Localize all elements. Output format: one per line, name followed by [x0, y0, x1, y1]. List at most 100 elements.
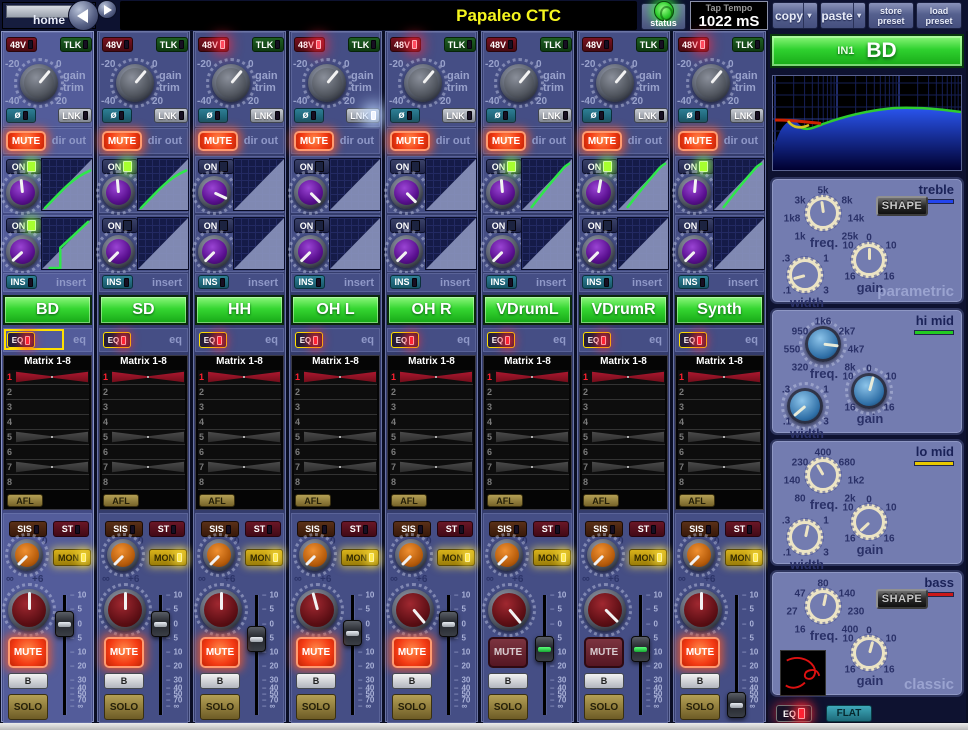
matrix-row[interactable]: 2: [198, 385, 281, 400]
paste-dropdown-icon[interactable]: ▾: [853, 3, 865, 28]
afl-button[interactable]: AFL: [583, 494, 619, 507]
stereo-button[interactable]: ST: [533, 521, 569, 537]
talkback-button[interactable]: TLK: [252, 37, 284, 52]
matrix-row[interactable]: 6: [582, 445, 665, 460]
matrix-row[interactable]: 8: [294, 475, 377, 490]
matrix-row[interactable]: 3: [6, 400, 89, 415]
monitor-send-knob[interactable]: [587, 539, 619, 571]
freq-knob[interactable]: [805, 457, 841, 493]
link-button[interactable]: LNK: [730, 108, 764, 123]
mon-button[interactable]: MON: [629, 549, 667, 566]
matrix-row[interactable]: 6: [294, 445, 377, 460]
matrix-row[interactable]: 5: [678, 430, 761, 445]
matrix-row[interactable]: 2: [390, 385, 473, 400]
channel-mute-button[interactable]: MUTE: [582, 131, 622, 151]
comp-threshold-knob[interactable]: [582, 176, 615, 209]
stereo-button[interactable]: ST: [53, 521, 89, 537]
gate-threshold-knob[interactable]: [294, 235, 327, 268]
matrix-send-display[interactable]: [496, 371, 568, 384]
monitor-send-knob[interactable]: [203, 539, 235, 571]
matrix-row[interactable]: 1: [486, 370, 569, 385]
talkback-button[interactable]: TLK: [156, 37, 188, 52]
freq-knob[interactable]: [805, 588, 841, 624]
monitor-send-knob[interactable]: [395, 539, 427, 571]
matrix-send-display[interactable]: [16, 431, 88, 444]
matrix-row[interactable]: 2: [6, 385, 89, 400]
gain-trim-knob[interactable]: [404, 64, 442, 102]
b-bus-button[interactable]: B: [8, 673, 48, 689]
gate-threshold-knob[interactable]: [486, 235, 519, 268]
width-knob[interactable]: [787, 519, 823, 555]
mute-button[interactable]: MUTE: [296, 637, 336, 668]
aux-level-knob[interactable]: [680, 589, 722, 631]
phase-button[interactable]: ø: [390, 108, 420, 123]
talkback-button[interactable]: TLK: [444, 37, 476, 52]
channel-mute-button[interactable]: MUTE: [6, 131, 46, 151]
talkback-button[interactable]: TLK: [60, 37, 92, 52]
talkback-button[interactable]: TLK: [636, 37, 668, 52]
matrix-row[interactable]: 8: [486, 475, 569, 490]
gain-trim-knob[interactable]: [20, 64, 58, 102]
gain-trim-knob[interactable]: [596, 64, 634, 102]
talkback-button[interactable]: TLK: [732, 37, 764, 52]
talkback-button[interactable]: TLK: [540, 37, 572, 52]
matrix-row[interactable]: 2: [294, 385, 377, 400]
eq-button[interactable]: EQ: [103, 332, 131, 348]
matrix-send-display[interactable]: [112, 461, 184, 474]
matrix-row[interactable]: 6: [678, 445, 761, 460]
shape-button[interactable]: SHAPE: [876, 589, 928, 609]
eq-enable-button[interactable]: EQ: [776, 705, 812, 722]
gate-curve-display[interactable]: [137, 217, 189, 270]
shape-button[interactable]: SHAPE: [876, 196, 928, 216]
channel-name-button[interactable]: HH: [195, 295, 284, 325]
gain-trim-knob[interactable]: [500, 64, 538, 102]
monitor-send-knob[interactable]: [299, 539, 331, 571]
matrix-row[interactable]: 8: [6, 475, 89, 490]
matrix-send-display[interactable]: [304, 371, 376, 384]
store-preset-button[interactable]: store preset: [868, 2, 914, 29]
matrix-row[interactable]: 7: [678, 460, 761, 475]
b-bus-button[interactable]: B: [488, 673, 528, 689]
insert-button[interactable]: INS: [6, 275, 37, 289]
aux-level-knob[interactable]: [8, 589, 50, 631]
width-knob[interactable]: [787, 388, 823, 424]
eq-button[interactable]: EQ: [7, 332, 35, 348]
matrix-row[interactable]: 5: [102, 430, 185, 445]
matrix-send-display[interactable]: [16, 461, 88, 474]
channel-mute-button[interactable]: MUTE: [294, 131, 334, 151]
aux-level-knob[interactable]: [584, 589, 626, 631]
comp-threshold-knob[interactable]: [390, 176, 423, 209]
fader-handle[interactable]: [439, 611, 458, 637]
selected-channel-name-button[interactable]: IN1 BD: [770, 34, 964, 68]
matrix-row[interactable]: 5: [582, 430, 665, 445]
solo-button[interactable]: SOLO: [584, 694, 624, 720]
afl-button[interactable]: AFL: [295, 494, 331, 507]
matrix-row[interactable]: 4: [198, 415, 281, 430]
matrix-row[interactable]: 2: [486, 385, 569, 400]
gate-curve-display[interactable]: [617, 217, 669, 270]
solo-button[interactable]: SOLO: [8, 694, 48, 720]
comp-curve-display[interactable]: [137, 158, 189, 211]
freq-knob[interactable]: [805, 195, 841, 231]
stereo-button[interactable]: ST: [149, 521, 185, 537]
matrix-row[interactable]: 1: [582, 370, 665, 385]
afl-button[interactable]: AFL: [391, 494, 427, 507]
channel-name-button[interactable]: SD: [99, 295, 188, 325]
matrix-send-display[interactable]: [592, 431, 664, 444]
channel-name-button[interactable]: VDrumR: [579, 295, 668, 325]
matrix-row[interactable]: 6: [102, 445, 185, 460]
matrix-row[interactable]: 5: [198, 430, 281, 445]
matrix-send-display[interactable]: [592, 371, 664, 384]
comp-threshold-knob[interactable]: [294, 176, 327, 209]
matrix-row[interactable]: 8: [390, 475, 473, 490]
mute-button[interactable]: MUTE: [104, 637, 144, 668]
matrix-row[interactable]: 7: [390, 460, 473, 475]
gain-knob[interactable]: [851, 635, 887, 671]
insert-button[interactable]: INS: [390, 275, 421, 289]
solo-button[interactable]: SOLO: [680, 694, 720, 720]
mute-button[interactable]: MUTE: [200, 637, 240, 668]
comp-curve-display[interactable]: [617, 158, 669, 211]
comp-threshold-knob[interactable]: [678, 176, 711, 209]
matrix-row[interactable]: 5: [390, 430, 473, 445]
afl-button[interactable]: AFL: [7, 494, 43, 507]
